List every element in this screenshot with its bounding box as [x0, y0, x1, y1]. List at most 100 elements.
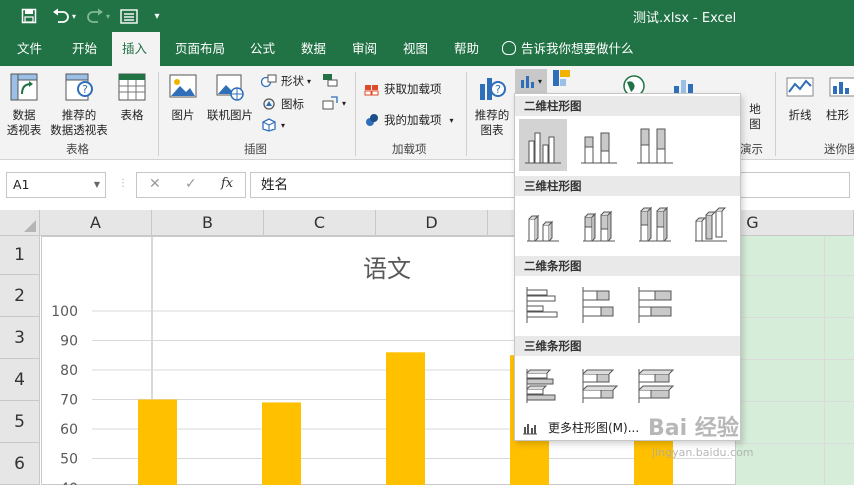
smartart-icon: [323, 74, 338, 87]
picture-button[interactable]: 图片: [166, 72, 200, 123]
row-header-4[interactable]: 4: [0, 359, 40, 401]
chart-bar[interactable]: [386, 352, 425, 485]
save-icon[interactable]: [18, 5, 40, 27]
row-header-6[interactable]: 6: [0, 443, 40, 485]
row-header-2[interactable]: 2: [0, 275, 40, 317]
insert-function-icon[interactable]: fx: [221, 176, 233, 191]
100-stacked-bar-icon: [638, 287, 672, 323]
picture-label: 图片: [171, 108, 195, 122]
sparkline-column-label: 柱形: [826, 108, 849, 122]
smartart-button[interactable]: [322, 73, 342, 87]
tab-help[interactable]: 帮助: [444, 32, 489, 66]
3d-stacked-bar-option[interactable]: [575, 359, 623, 411]
tab-review[interactable]: 审阅: [342, 32, 387, 66]
get-addins-button[interactable]: 获取加载项: [364, 81, 442, 97]
undo-dropdown-icon[interactable]: ▾: [68, 5, 80, 27]
3d-column-option[interactable]: [687, 199, 735, 251]
table-button[interactable]: 表格: [114, 72, 150, 123]
tab-data[interactable]: 数据: [291, 32, 336, 66]
tab-view[interactable]: 视图: [393, 32, 438, 66]
my-addins-button[interactable]: 我的加载项 ▾: [364, 112, 454, 128]
redo-dropdown-icon[interactable]: ▾: [102, 5, 114, 27]
small-column-chart-icon: [523, 424, 537, 435]
3d-clustered-bar-icon: [526, 369, 556, 403]
shapes-button[interactable]: 形状 ▾: [261, 73, 311, 89]
3d-100-stacked-column-icon: [639, 206, 671, 242]
tab-page-layout[interactable]: 页面布局: [165, 32, 235, 66]
3d-column-icon: [695, 207, 727, 242]
100-stacked-bar-option[interactable]: [631, 279, 679, 331]
shapes-icon: [261, 74, 277, 88]
row-header-1[interactable]: 1: [0, 236, 40, 275]
pivot-table-icon: [10, 73, 38, 101]
3d-clustered-column-option[interactable]: [519, 199, 567, 251]
name-box[interactable]: A1 ▼: [6, 172, 106, 198]
sparkline-column-button[interactable]: 柱形: [826, 72, 854, 123]
baidu-watermark: Bai 经验: [648, 416, 739, 441]
row-header-5[interactable]: 5: [0, 401, 40, 443]
3d-clustered-bar-option[interactable]: [519, 359, 567, 411]
ribbon-tabs: 文件 开始 插入 页面布局 公式 数据 审阅 视图 帮助 告诉我你想要做什么: [0, 32, 854, 66]
online-picture-button[interactable]: 联机图片: [204, 72, 256, 123]
hierarchy-chart-button[interactable]: [552, 69, 574, 87]
enter-icon[interactable]: ✓: [185, 176, 197, 192]
section-2d-bar: 二维条形图: [515, 256, 740, 276]
splitter-dots-icon[interactable]: ⋮: [118, 178, 128, 189]
clustered-bar-option[interactable]: [519, 279, 567, 331]
column-header-b[interactable]: B: [152, 210, 264, 236]
addins-group-label: 加载项: [392, 142, 427, 156]
customize-qat-icon[interactable]: ▾: [146, 5, 168, 27]
svg-text:?: ?: [82, 83, 88, 96]
chart-bar[interactable]: [262, 402, 301, 485]
recommended-pivot-icon: ?: [65, 73, 93, 101]
online-picture-icon: [216, 74, 244, 101]
tell-me-box[interactable]: 告诉我你想要做什么: [502, 32, 634, 66]
stacked-column-icon: [581, 132, 617, 164]
stacked-column-option[interactable]: [575, 119, 623, 171]
sparklines-group-label: 迷你图: [824, 142, 854, 156]
3d-models-button[interactable]: ▾: [261, 118, 285, 132]
column-header-a[interactable]: A: [40, 210, 152, 236]
recommended-charts-button[interactable]: ? 推荐的 图表: [472, 72, 512, 138]
3d-stacked-column-option[interactable]: [575, 199, 623, 251]
section-3d-column: 三维柱形图: [515, 176, 740, 196]
chevron-down-icon[interactable]: ▼: [94, 173, 100, 197]
column-header-d[interactable]: D: [376, 210, 488, 236]
y-tick-label: 80: [60, 363, 78, 379]
screenshot-button[interactable]: ▾: [322, 96, 346, 110]
icons-button[interactable]: 图标: [261, 96, 304, 112]
column-header-c[interactable]: C: [264, 210, 376, 236]
3d-100-stacked-column-option[interactable]: [631, 199, 679, 251]
tab-formulas[interactable]: 公式: [240, 32, 285, 66]
3d-100-stacked-bar-option[interactable]: [631, 359, 679, 411]
pivot-table-button[interactable]: 数据 透视表: [4, 72, 44, 138]
chevron-down-icon: ▾: [537, 76, 542, 86]
column-chart-gallery: 二维柱形图 三维柱形图 二维条形图 三维条形图 更多柱形图(M)...: [514, 93, 741, 441]
recommended-pivot-button[interactable]: ? 推荐的 数据透视表: [48, 72, 110, 138]
tab-file[interactable]: 文件: [7, 32, 52, 66]
stacked-bar-icon: [582, 287, 614, 323]
select-all-button[interactable]: [0, 210, 40, 236]
chevron-down-icon: ▾: [307, 76, 312, 86]
chart-bar[interactable]: [138, 399, 177, 485]
100-stacked-column-option[interactable]: [631, 119, 679, 171]
window-title: 测试.xlsx - Excel: [633, 11, 737, 26]
gridline: [736, 443, 854, 444]
cancel-icon[interactable]: ✕: [149, 176, 161, 192]
row-header-3[interactable]: 3: [0, 317, 40, 359]
y-tick-label: 90: [60, 334, 78, 350]
chart-title[interactable]: 语文: [363, 255, 411, 283]
form-icon[interactable]: [118, 5, 140, 27]
clustered-column-option[interactable]: [519, 119, 567, 171]
tab-home[interactable]: 开始: [62, 32, 107, 66]
stacked-bar-option[interactable]: [575, 279, 623, 331]
map-label-partial: 地 图: [749, 102, 761, 131]
group-divider: [775, 72, 776, 156]
column-chart-button[interactable]: ▾: [515, 69, 547, 93]
tab-insert[interactable]: 插入: [112, 32, 160, 66]
sparkline-line-button[interactable]: 折线: [782, 72, 818, 123]
tell-me-text: 告诉我你想要做什么: [521, 41, 634, 56]
picture-icon: [169, 74, 197, 98]
y-tick-label: 40: [60, 481, 78, 485]
icons-icon: [263, 98, 275, 110]
